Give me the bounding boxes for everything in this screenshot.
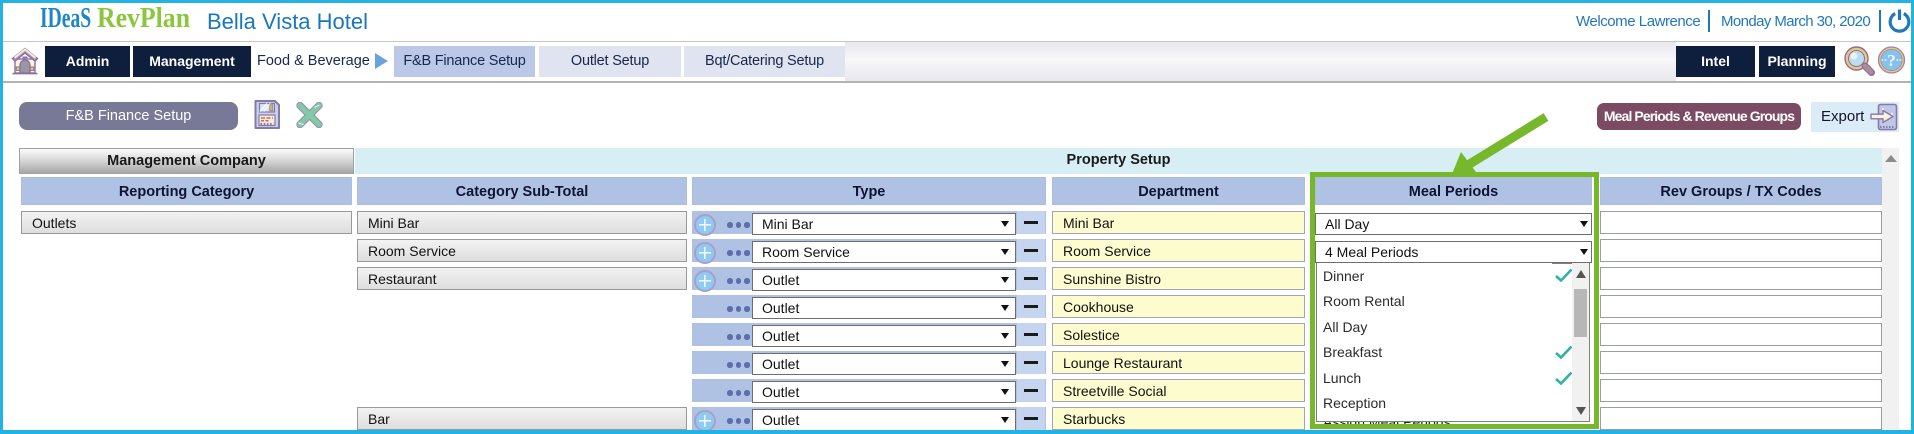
svg-text:?: ? [1887,51,1896,70]
